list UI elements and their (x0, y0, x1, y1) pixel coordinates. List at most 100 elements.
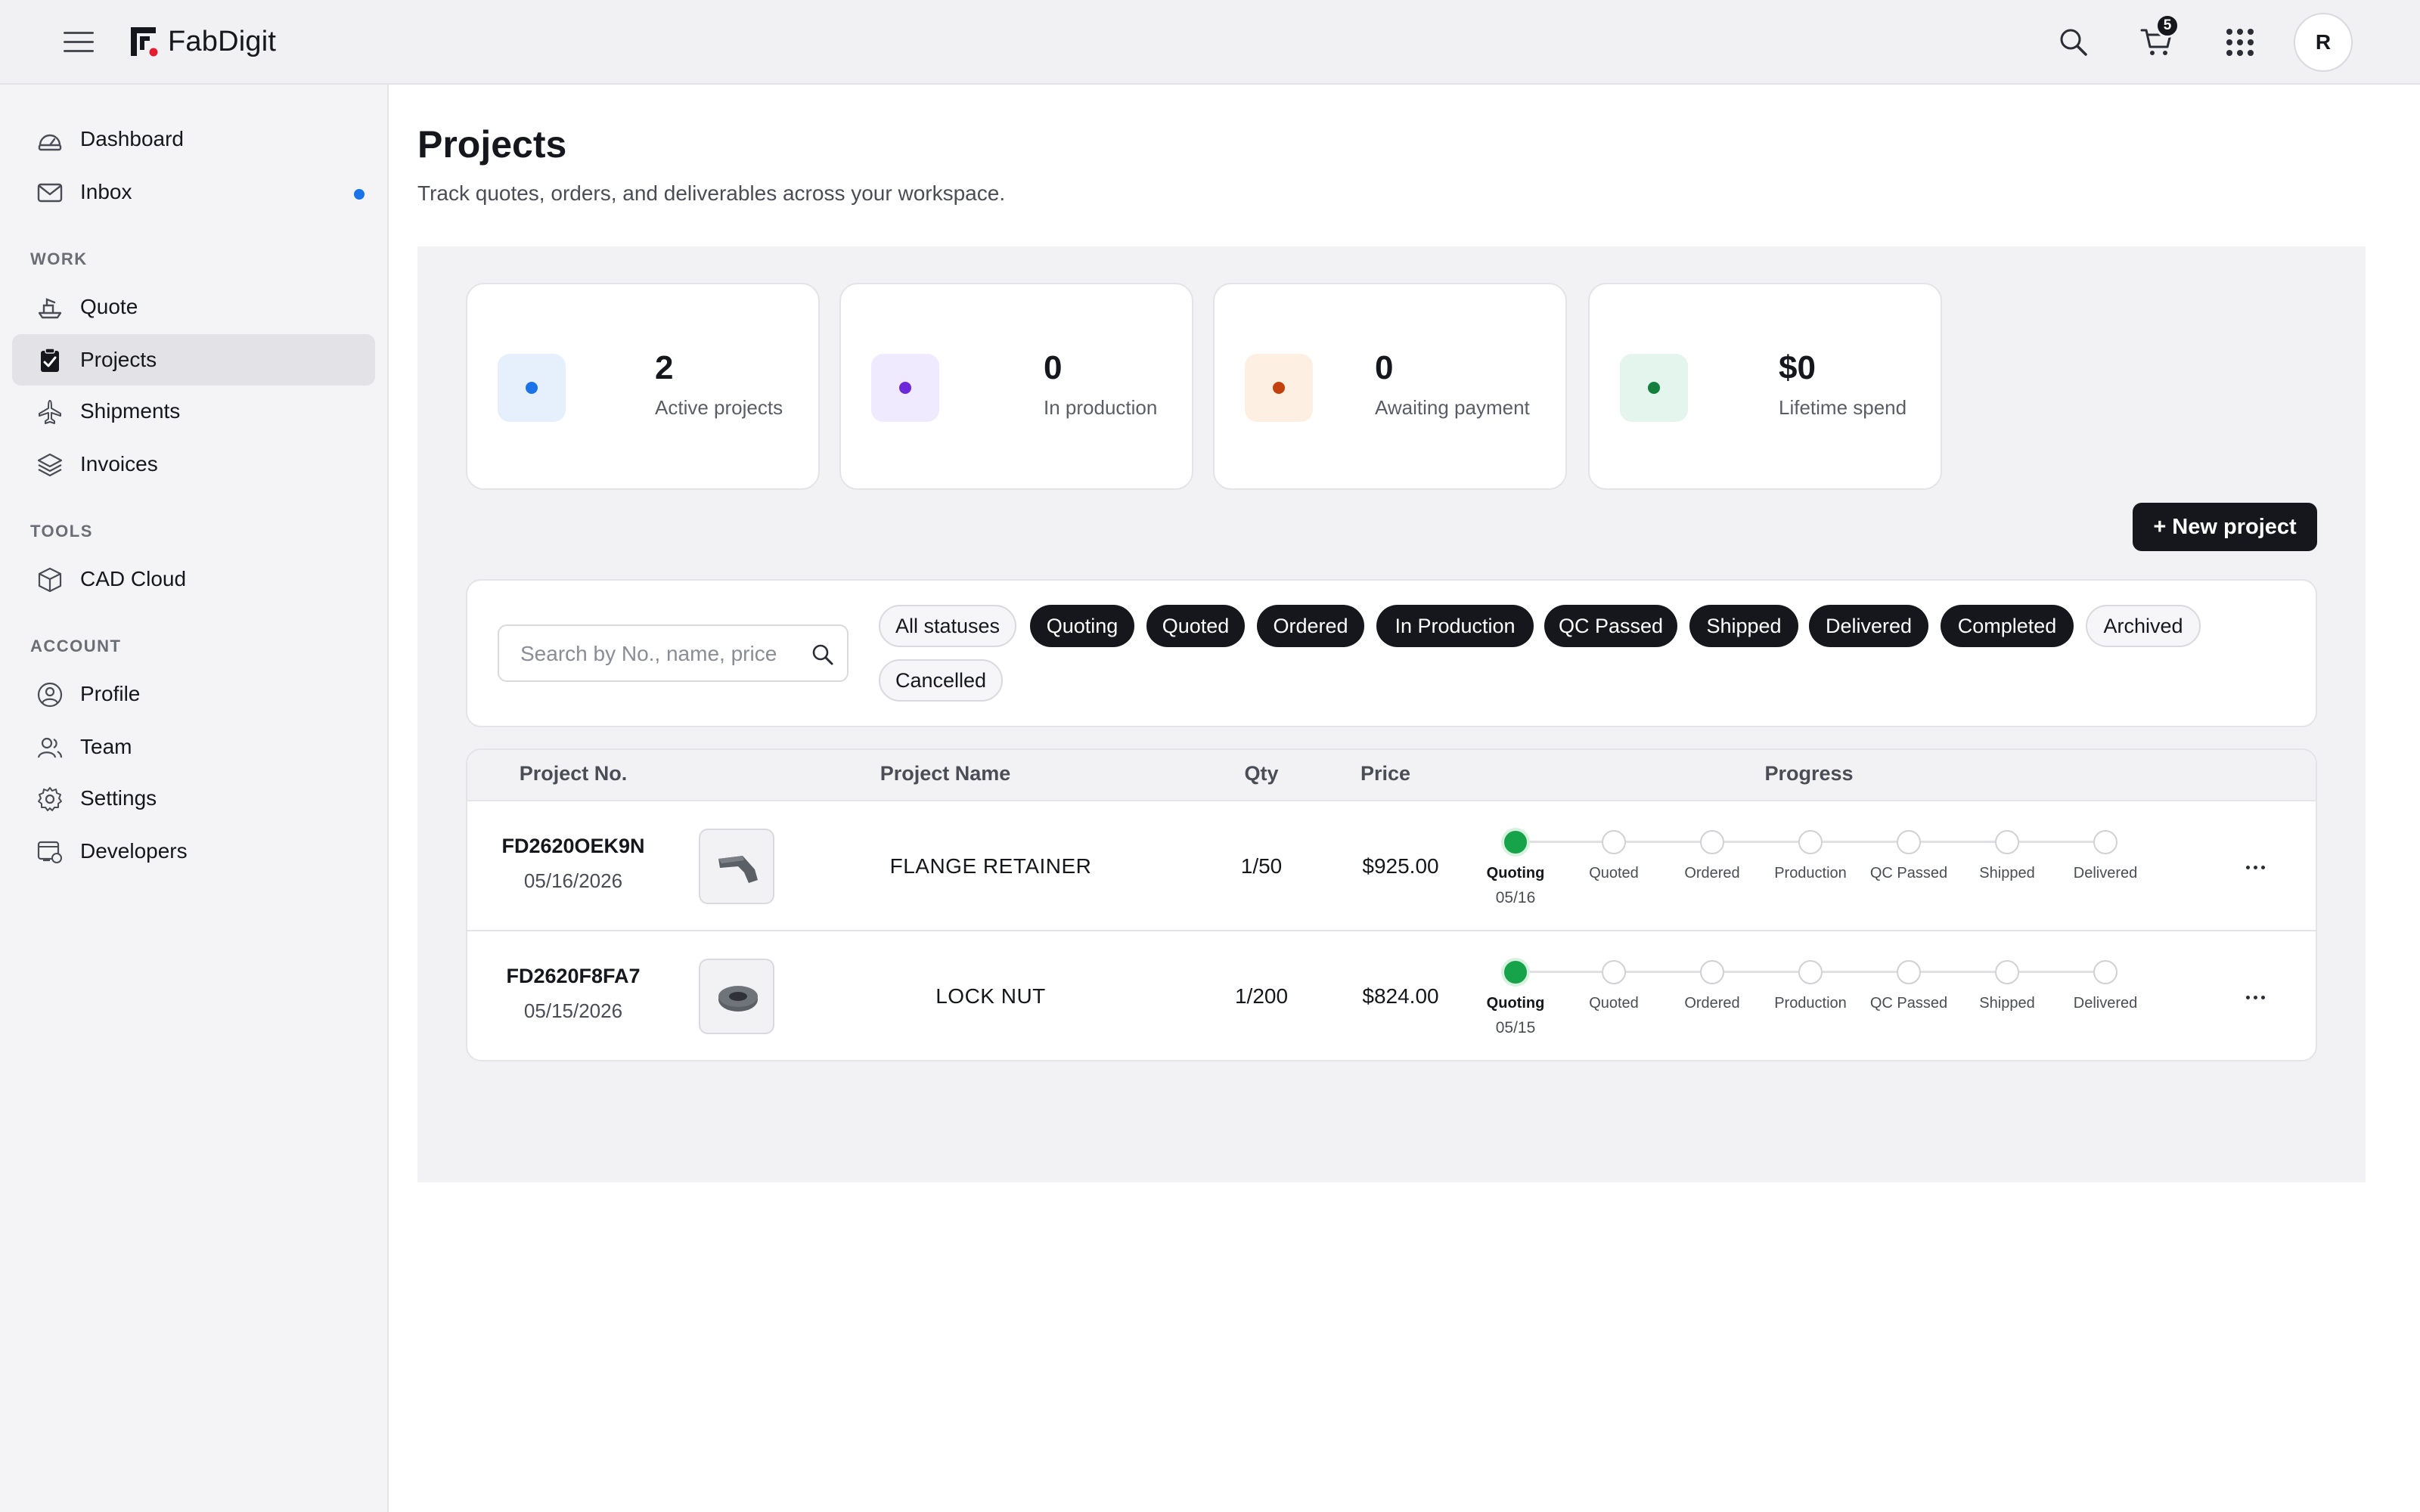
projects-table: Project No. Project Name Qty Price Progr… (466, 748, 2317, 1061)
search-input[interactable] (520, 641, 800, 667)
sidebar-item-projects[interactable]: Projects (12, 334, 375, 386)
mail-icon (37, 183, 63, 203)
dashboard-icon (38, 134, 62, 151)
page-title: Projects (417, 123, 567, 166)
column-header-progress: Progress (1764, 762, 1854, 785)
new-project-button[interactable]: + New project (2133, 503, 2317, 551)
progress-step-label: Ordered (1684, 995, 1740, 1012)
search-icon[interactable] (2054, 23, 2093, 62)
progress-step-dot (1700, 830, 1724, 854)
stat-card-awaiting-payment: 0 Awaiting payment (1213, 283, 1567, 490)
sidebar-item-label: Quote (80, 295, 138, 318)
column-header-project-no[interactable]: Project No. (520, 762, 628, 785)
sidebar-item-profile[interactable]: Profile (12, 668, 375, 720)
sidebar-item-label: Projects (80, 348, 157, 371)
filter-chip-cancelled[interactable]: Cancelled (879, 659, 1003, 702)
progress-step-dot (1995, 830, 2019, 854)
stat-dot-icon (498, 354, 566, 422)
filter-chip-quoting[interactable]: Quoting (1030, 605, 1134, 647)
project-number[interactable]: FD2620OEK9N (501, 835, 644, 858)
progress-step-dot (1602, 960, 1626, 984)
project-name: FLANGE RETAINER (889, 854, 1092, 878)
stat-dot-icon (1245, 354, 1313, 422)
section-title-tools: TOOLS (30, 522, 93, 541)
quote-icon (38, 298, 62, 319)
project-date: 05/15/2026 (523, 999, 623, 1022)
progress-step-label: Quoted (1589, 865, 1639, 881)
progress-step-label: Quoting (1486, 995, 1545, 1012)
filter-chip-completed[interactable]: Completed (1941, 605, 2074, 647)
table-row[interactable]: FD2620F8FA7 05/15/2026 LOCK NUT 1/200 $8… (467, 931, 2316, 1060)
row-more-icon[interactable] (2232, 854, 2278, 880)
filter-chip-delivered[interactable]: Delivered (1809, 605, 1928, 647)
layers-icon (37, 453, 63, 477)
sidebar-item-label: CAD Cloud (80, 567, 187, 590)
column-header-price[interactable]: Price (1360, 762, 1410, 785)
stat-card-lifetime-spend: $0 Lifetime spend (1588, 283, 1942, 490)
progress-step-label: Quoted (1589, 995, 1639, 1012)
progress-step-label: QC Passed (1869, 995, 1948, 1012)
project-price: $925.00 (1362, 854, 1439, 878)
apps-grid-icon[interactable] (2220, 23, 2260, 62)
sidebar-item-label: Developers (80, 839, 188, 863)
progress-step-label: Delivered (2073, 995, 2138, 1012)
cart-count-badge: 5 (2155, 14, 2180, 38)
filter-chip-shipped[interactable]: Shipped (1689, 605, 1798, 647)
part-thumbnail[interactable] (699, 829, 774, 904)
team-icon (37, 737, 63, 758)
part-thumbnail[interactable] (699, 959, 774, 1034)
filter-chip-qc-passed[interactable]: QC Passed (1544, 605, 1677, 647)
progress-step-dot (1501, 828, 1530, 857)
stat-card-active-projects: 2 Active projects (466, 283, 820, 490)
sidebar-item-cad-cloud[interactable]: CAD Cloud (12, 553, 375, 605)
cube-icon (38, 567, 62, 593)
page-subtitle: Track quotes, orders, and deliverables a… (417, 181, 1006, 205)
user-circle-icon (37, 682, 63, 708)
progress-step-dot (1897, 960, 1921, 984)
progress-step-date: 05/15 (1495, 1019, 1536, 1036)
filter-chip-ordered[interactable]: Ordered (1257, 605, 1364, 647)
table-row[interactable]: FD2620OEK9N 05/16/2026 FLANGE RETAINER 1… (467, 801, 2316, 931)
stat-dot-icon (871, 354, 939, 422)
stat-value: $0 (1779, 349, 1816, 386)
row-more-icon[interactable] (2232, 984, 2278, 1010)
progress-step-dot (1897, 830, 1921, 854)
bent-bracket-icon (718, 856, 758, 883)
sidebar-item-team[interactable]: Team (12, 721, 375, 773)
project-number[interactable]: FD2620F8FA7 (506, 965, 640, 988)
user-avatar[interactable]: R (2294, 13, 2353, 72)
clipboard-check-icon (41, 348, 59, 372)
progress-step-dot (1602, 830, 1626, 854)
column-header-qty[interactable]: Qty (1244, 762, 1278, 785)
filter-chip-all-statuses[interactable]: All statuses (879, 605, 1016, 647)
sidebar-item-inbox[interactable]: Inbox (12, 166, 375, 218)
sidebar-item-developers[interactable]: Developers (12, 826, 375, 877)
sidebar-item-label: Profile (80, 682, 141, 705)
filter-chip-in-production[interactable]: In Production (1376, 605, 1534, 647)
column-header-project-name[interactable]: Project Name (880, 762, 1011, 785)
sidebar-item-quote[interactable]: Quote (12, 281, 375, 333)
code-window-icon (37, 841, 62, 863)
plane-icon (39, 400, 61, 424)
sidebar-item-shipments[interactable]: Shipments (12, 386, 375, 437)
brand-logo[interactable]: FabDigit (129, 23, 276, 60)
progress-step-dot (2093, 960, 2118, 984)
project-date: 05/16/2026 (523, 869, 623, 892)
progress-step-label: Production (1774, 995, 1847, 1012)
search-icon[interactable] (809, 641, 836, 668)
sidebar-item-invoices[interactable]: Invoices (12, 438, 375, 490)
progress-step-label: Ordered (1684, 865, 1740, 881)
sidebar-item-dashboard[interactable]: Dashboard (12, 113, 375, 165)
menu-icon[interactable] (60, 26, 97, 59)
filter-chip-archived[interactable]: Archived (2086, 605, 2201, 647)
stat-value: 0 (1375, 349, 1394, 386)
section-title-account: ACCOUNT (30, 637, 122, 655)
filter-chip-quoted[interactable]: Quoted (1146, 605, 1245, 647)
gear-icon (38, 787, 62, 811)
sidebar-item-settings[interactable]: Settings (12, 773, 375, 824)
brand-name: FabDigit (168, 25, 277, 57)
unread-dot (354, 189, 365, 200)
progress-step-dot (1501, 958, 1530, 987)
search-field[interactable] (498, 624, 849, 682)
project-name: LOCK NUT (935, 984, 1046, 1008)
